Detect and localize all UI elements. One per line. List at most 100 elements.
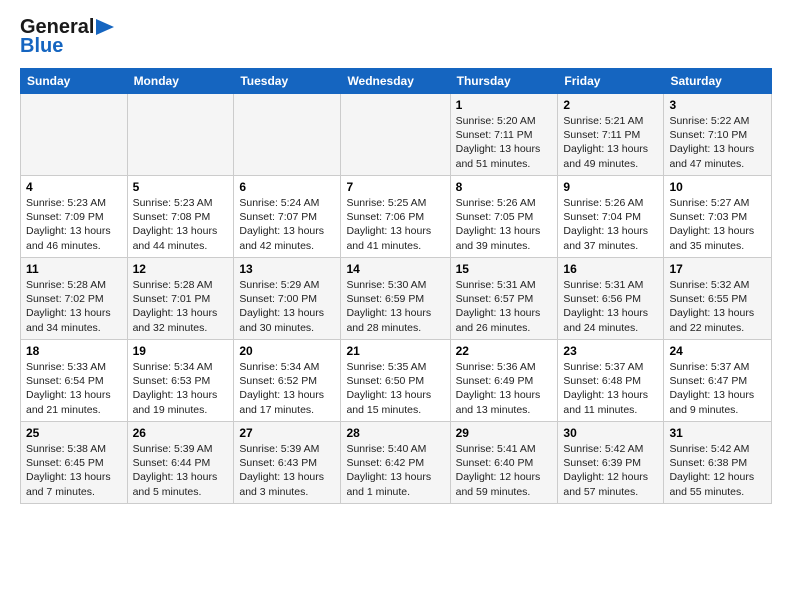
calendar-cell: 30Sunrise: 5:42 AM Sunset: 6:39 PM Dayli… — [558, 422, 664, 504]
day-info: Sunrise: 5:20 AM Sunset: 7:11 PM Dayligh… — [456, 114, 553, 171]
day-number: 26 — [133, 426, 229, 440]
calendar-cell: 23 Sunrise: 5:37 AM Sunset: 6:48 PM Dayli… — [558, 340, 664, 422]
calendar-week-1: 1 Sunrise: 5:20 AM Sunset: 7:11 PM Daylig… — [21, 94, 772, 176]
day-number: 15 — [456, 262, 553, 276]
calendar-cell: 31Sunrise: 5:42 AM Sunset: 6:38 PM Dayli… — [664, 422, 772, 504]
day-number: 17 — [669, 262, 766, 276]
day-info: Sunrise: 5:21 AM Sunset: 7:11 PM Dayligh… — [563, 114, 658, 171]
day-number: 7 — [346, 180, 444, 194]
calendar-cell — [341, 94, 450, 176]
day-info: Sunrise: 5:37 AM Sunset: 6:48 PM Dayligh… — [563, 360, 658, 417]
day-number: 27 — [239, 426, 335, 440]
day-number: 22 — [456, 344, 553, 358]
calendar-week-3: 11 Sunrise: 5:28 AM Sunset: 7:02 PM Dayli… — [21, 258, 772, 340]
calendar-cell: 22 Sunrise: 5:36 AM Sunset: 6:49 PM Dayli… — [450, 340, 558, 422]
day-number: 11 — [26, 262, 122, 276]
day-info: Sunrise: 5:27 AM Sunset: 7:03 PM Dayligh… — [669, 196, 766, 253]
calendar-week-2: 4 Sunrise: 5:23 AM Sunset: 7:09 PM Daylig… — [21, 176, 772, 258]
day-info: Sunrise: 5:35 AM Sunset: 6:50 PM Dayligh… — [346, 360, 444, 417]
calendar-cell: 18 Sunrise: 5:33 AM Sunset: 6:54 PM Dayli… — [21, 340, 128, 422]
calendar-cell: 13 Sunrise: 5:29 AM Sunset: 7:00 PM Dayli… — [234, 258, 341, 340]
calendar-cell: 1 Sunrise: 5:20 AM Sunset: 7:11 PM Daylig… — [450, 94, 558, 176]
day-header-saturday: Saturday — [664, 69, 772, 94]
day-header-sunday: Sunday — [21, 69, 128, 94]
day-info: Sunrise: 5:26 AM Sunset: 7:04 PM Dayligh… — [563, 196, 658, 253]
day-number: 9 — [563, 180, 658, 194]
day-info: Sunrise: 5:23 AM Sunset: 7:08 PM Dayligh… — [133, 196, 229, 253]
day-info: Sunrise: 5:38 AM Sunset: 6:45 PM Dayligh… — [26, 442, 122, 499]
day-number: 18 — [26, 344, 122, 358]
calendar-cell: 19 Sunrise: 5:34 AM Sunset: 6:53 PM Dayli… — [127, 340, 234, 422]
calendar-cell: 5 Sunrise: 5:23 AM Sunset: 7:08 PM Daylig… — [127, 176, 234, 258]
day-header-thursday: Thursday — [450, 69, 558, 94]
day-number: 5 — [133, 180, 229, 194]
day-number: 30 — [563, 426, 658, 440]
day-info: Sunrise: 5:28 AM Sunset: 7:02 PM Dayligh… — [26, 278, 122, 335]
calendar-cell: 24 Sunrise: 5:37 AM Sunset: 6:47 PM Dayli… — [664, 340, 772, 422]
day-header-monday: Monday — [127, 69, 234, 94]
day-number: 20 — [239, 344, 335, 358]
day-number: 6 — [239, 180, 335, 194]
day-number: 29 — [456, 426, 553, 440]
day-info: Sunrise: 5:30 AM Sunset: 6:59 PM Dayligh… — [346, 278, 444, 335]
day-info: Sunrise: 5:34 AM Sunset: 6:53 PM Dayligh… — [133, 360, 229, 417]
day-info: Sunrise: 5:36 AM Sunset: 6:49 PM Dayligh… — [456, 360, 553, 417]
day-number: 19 — [133, 344, 229, 358]
day-number: 24 — [669, 344, 766, 358]
day-number: 4 — [26, 180, 122, 194]
day-number: 23 — [563, 344, 658, 358]
day-info: Sunrise: 5:24 AM Sunset: 7:07 PM Dayligh… — [239, 196, 335, 253]
day-number: 21 — [346, 344, 444, 358]
calendar-cell: 10Sunrise: 5:27 AM Sunset: 7:03 PM Dayli… — [664, 176, 772, 258]
calendar-cell: 15Sunrise: 5:31 AM Sunset: 6:57 PM Dayli… — [450, 258, 558, 340]
day-number: 12 — [133, 262, 229, 276]
day-info: Sunrise: 5:42 AM Sunset: 6:38 PM Dayligh… — [669, 442, 766, 499]
day-info: Sunrise: 5:25 AM Sunset: 7:06 PM Dayligh… — [346, 196, 444, 253]
day-number: 1 — [456, 98, 553, 112]
day-info: Sunrise: 5:37 AM Sunset: 6:47 PM Dayligh… — [669, 360, 766, 417]
day-info: Sunrise: 5:34 AM Sunset: 6:52 PM Dayligh… — [239, 360, 335, 417]
day-info: Sunrise: 5:39 AM Sunset: 6:43 PM Dayligh… — [239, 442, 335, 499]
calendar-cell: 21 Sunrise: 5:35 AM Sunset: 6:50 PM Dayli… — [341, 340, 450, 422]
day-header-friday: Friday — [558, 69, 664, 94]
day-header-wednesday: Wednesday — [341, 69, 450, 94]
day-number: 25 — [26, 426, 122, 440]
calendar-cell: 14Sunrise: 5:30 AM Sunset: 6:59 PM Dayli… — [341, 258, 450, 340]
day-number: 8 — [456, 180, 553, 194]
day-info: Sunrise: 5:40 AM Sunset: 6:42 PM Dayligh… — [346, 442, 444, 499]
calendar-week-4: 18 Sunrise: 5:33 AM Sunset: 6:54 PM Dayli… — [21, 340, 772, 422]
calendar-header-row: SundayMondayTuesdayWednesdayThursdayFrid… — [21, 69, 772, 94]
calendar-cell: 11 Sunrise: 5:28 AM Sunset: 7:02 PM Dayli… — [21, 258, 128, 340]
calendar-cell: 4 Sunrise: 5:23 AM Sunset: 7:09 PM Daylig… — [21, 176, 128, 258]
day-info: Sunrise: 5:23 AM Sunset: 7:09 PM Dayligh… — [26, 196, 122, 253]
day-number: 2 — [563, 98, 658, 112]
day-info: Sunrise: 5:32 AM Sunset: 6:55 PM Dayligh… — [669, 278, 766, 335]
calendar-cell: 28 Sunrise: 5:40 AM Sunset: 6:42 PM Dayli… — [341, 422, 450, 504]
day-header-tuesday: Tuesday — [234, 69, 341, 94]
day-number: 3 — [669, 98, 766, 112]
day-info: Sunrise: 5:22 AM Sunset: 7:10 PM Dayligh… — [669, 114, 766, 171]
calendar-table: SundayMondayTuesdayWednesdayThursdayFrid… — [20, 68, 772, 504]
calendar-cell: 26 Sunrise: 5:39 AM Sunset: 6:44 PM Dayli… — [127, 422, 234, 504]
calendar-cell: 2 Sunrise: 5:21 AM Sunset: 7:11 PM Daylig… — [558, 94, 664, 176]
day-info: Sunrise: 5:28 AM Sunset: 7:01 PM Dayligh… — [133, 278, 229, 335]
calendar-cell — [21, 94, 128, 176]
day-info: Sunrise: 5:39 AM Sunset: 6:44 PM Dayligh… — [133, 442, 229, 499]
calendar-cell: 20 Sunrise: 5:34 AM Sunset: 6:52 PM Dayli… — [234, 340, 341, 422]
calendar-cell — [127, 94, 234, 176]
logo: General Blue — [20, 16, 118, 58]
calendar-cell: 29 Sunrise: 5:41 AM Sunset: 6:40 PM Dayli… — [450, 422, 558, 504]
day-number: 16 — [563, 262, 658, 276]
day-number: 28 — [346, 426, 444, 440]
calendar-cell — [234, 94, 341, 176]
calendar-page: General Blue SundayMondayTuesdayWednesda… — [0, 0, 792, 514]
day-info: Sunrise: 5:29 AM Sunset: 7:00 PM Dayligh… — [239, 278, 335, 335]
calendar-cell: 17 Sunrise: 5:32 AM Sunset: 6:55 PM Dayli… — [664, 258, 772, 340]
calendar-cell: 6 Sunrise: 5:24 AM Sunset: 7:07 PM Daylig… — [234, 176, 341, 258]
header: General Blue — [20, 16, 772, 58]
day-info: Sunrise: 5:26 AM Sunset: 7:05 PM Dayligh… — [456, 196, 553, 253]
day-info: Sunrise: 5:33 AM Sunset: 6:54 PM Dayligh… — [26, 360, 122, 417]
calendar-cell: 7 Sunrise: 5:25 AM Sunset: 7:06 PM Daylig… — [341, 176, 450, 258]
day-number: 13 — [239, 262, 335, 276]
day-info: Sunrise: 5:41 AM Sunset: 6:40 PM Dayligh… — [456, 442, 553, 499]
